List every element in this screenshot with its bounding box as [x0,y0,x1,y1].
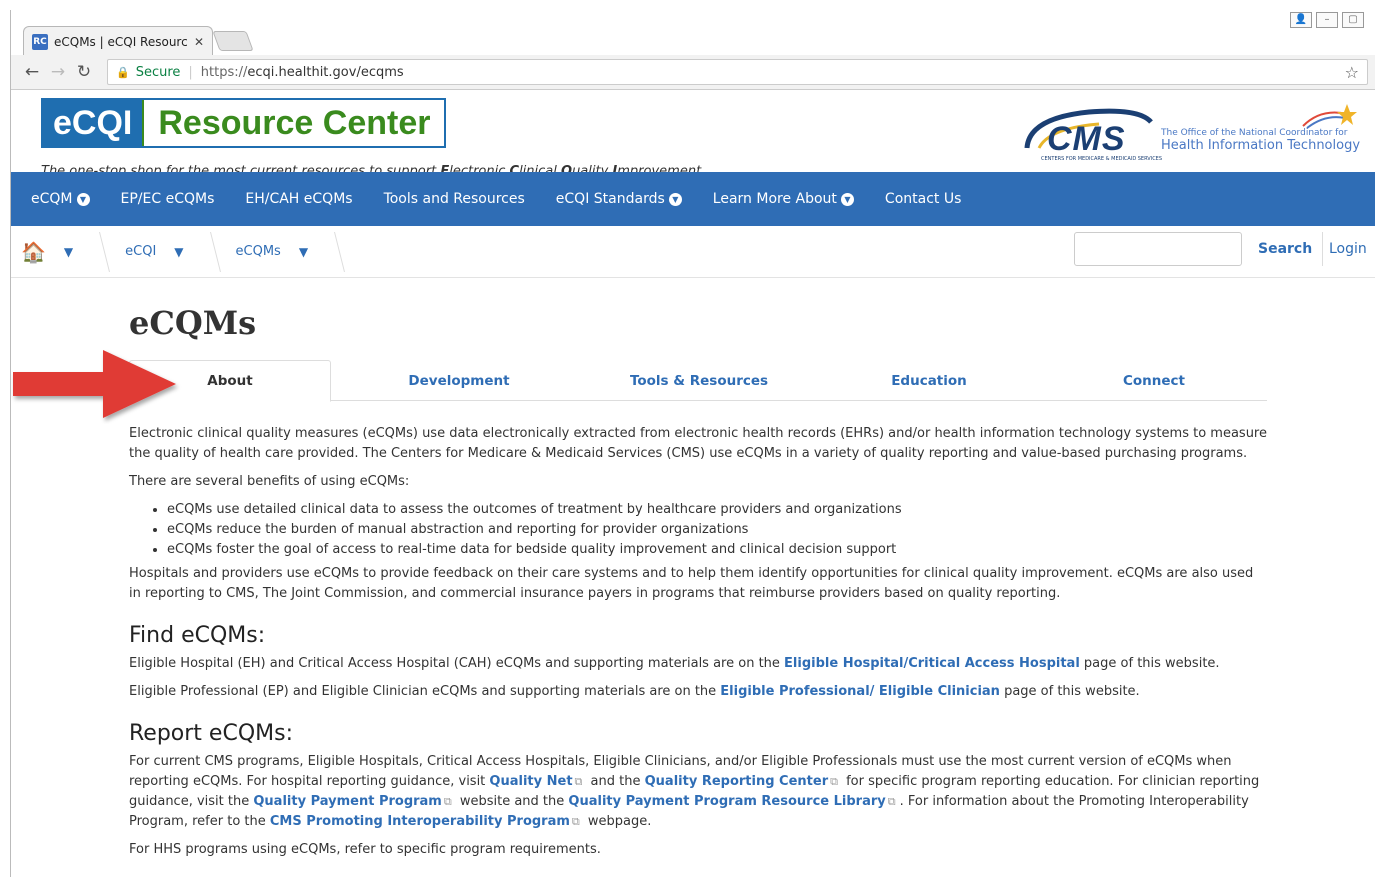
tab-title: eCQMs | eCQI Resource C [54,34,188,49]
site-header: eCQI Resource Center The one-stop shop f… [11,90,1375,182]
nav-ep-ec-ecqms[interactable]: EP/EC eCQMs [121,191,215,207]
hhs-paragraph: For HHS programs using eCQMs, refer to s… [129,842,601,857]
reload-icon[interactable]: ↻ [71,62,97,82]
maximize-icon[interactable]: ▢ [1342,12,1364,28]
nav-contact-us[interactable]: Contact Us [885,191,961,207]
list-item: eCQMs reduce the burden of manual abstra… [167,520,1269,540]
chevron-down-icon: ▼ [76,192,90,206]
address-toolbar: ← → ↻ 🔒 Secure | https://ecqi.healthit.g… [11,55,1375,90]
minimize-icon[interactable]: – [1316,12,1338,28]
window-controls: 👤 – ▢ [1290,12,1364,28]
ecqi-dropdown-icon[interactable]: ▼ [174,245,183,259]
search-button[interactable]: Search [1248,232,1324,266]
browser-window: RC eCQMs | eCQI Resource C ✕ 👤 – ▢ ← → ↻… [10,10,1375,877]
tab-development[interactable]: Development [359,360,559,401]
ecqi-logo[interactable]: eCQI Resource Center [41,98,447,148]
nav-tools-resources[interactable]: Tools and Resources [384,191,525,207]
about-content: Electronic clinical quality measures (eC… [129,424,1269,868]
find-ecqms-heading: Find eCQMs: [129,623,266,648]
tab-tools-resources[interactable]: Tools & Resources [599,360,799,401]
logo-ecqi-text: eCQI [43,100,143,146]
chevron-down-icon: ▼ [840,192,854,206]
red-arrow-icon [13,350,176,418]
external-link-icon: ⧉ [443,795,452,808]
login-button[interactable]: Login [1321,232,1375,266]
onc-line2: Health Information Technology [1161,138,1361,153]
cms-logo[interactable]: CMS CENTERS FOR MEDICARE & MEDICAID SERV… [1019,100,1162,162]
main-nav: eCQM ▼ EP/EC eCQMs EH/CAH eCQMs Tools and… [11,172,1375,226]
benefits-intro: There are several benefits of using eCQM… [129,474,410,489]
breadcrumb-divider [86,231,111,272]
bookmark-star-icon[interactable]: ☆ [1345,63,1359,82]
quality-payment-program-link[interactable]: Quality Payment Program [253,794,442,809]
external-link-icon: ⧉ [574,775,583,788]
breadcrumb-ecqi[interactable]: eCQI [125,244,156,259]
page-title: eCQMs [129,304,257,342]
breadcrumb-divider [321,231,346,272]
onc-star-icon [1302,104,1357,129]
report-paragraph: For current CMS programs, Eligible Hospi… [129,754,1260,829]
tab-connect[interactable]: Connect [1054,360,1254,401]
forward-icon[interactable]: → [45,62,71,82]
browser-tab[interactable]: RC eCQMs | eCQI Resource C ✕ [23,26,213,56]
promoting-interoperability-link[interactable]: CMS Promoting Interoperability Program [270,814,570,829]
cms-logo-text: CMS [1047,120,1126,158]
find-ep-paragraph: Eligible Professional (EP) and Eligible … [129,684,1140,699]
list-item: eCQMs foster the goal of access to real-… [167,540,1269,560]
nav-learn-more[interactable]: Learn More About ▼ [713,191,854,207]
cms-logo-subtext: CENTERS FOR MEDICARE & MEDICAID SERVICES [1041,156,1163,162]
hospitals-paragraph: Hospitals and providers use eCQMs to pro… [129,566,1254,601]
breadcrumb: 🏠 ▼ eCQI ▼ eCQMs ▼ Search Login [11,226,1375,278]
url-text: https://ecqi.healthit.gov/ecqms [200,64,404,80]
url-separator: | [188,64,193,80]
secure-label: Secure [135,64,181,80]
close-tab-icon[interactable]: ✕ [194,35,204,49]
external-link-icon: ⧉ [887,795,896,808]
list-item: eCQMs use detailed clinical data to asse… [167,500,1269,520]
ecqms-dropdown-icon[interactable]: ▼ [299,245,308,259]
url-bar[interactable]: 🔒 Secure | https://ecqi.healthit.gov/ecq… [107,59,1368,85]
quality-reporting-center-link[interactable]: Quality Reporting Center [645,774,829,789]
intro-paragraph: Electronic clinical quality measures (eC… [129,426,1267,461]
chevron-down-icon: ▼ [668,192,682,206]
lock-icon: 🔒 [116,65,130,79]
external-link-icon: ⧉ [571,815,580,828]
nav-eh-cah-ecqms[interactable]: EH/CAH eCQMs [245,191,352,207]
nav-ecqm[interactable]: eCQM ▼ [31,191,90,207]
new-tab-button[interactable] [212,31,254,51]
site-favicon-icon: RC [32,33,48,50]
home-icon[interactable]: 🏠 [21,240,46,264]
tab-strip: RC eCQMs | eCQI Resource C ✕ 👤 – ▢ [11,10,1375,56]
tab-education[interactable]: Education [829,360,1029,401]
back-icon[interactable]: ← [19,62,45,82]
qpp-resource-library-link[interactable]: Quality Payment Program Resource Library [568,794,885,809]
nav-ecqi-standards[interactable]: eCQI Standards ▼ [556,191,682,207]
breadcrumb-ecqms[interactable]: eCQMs [236,244,281,259]
ep-ec-link[interactable]: Eligible Professional/ Eligible Clinicia… [720,684,1000,699]
external-link-icon: ⧉ [830,775,838,788]
profile-icon[interactable]: 👤 [1290,12,1312,28]
logo-resource-center-text: Resource Center [142,100,445,146]
home-dropdown-icon[interactable]: ▼ [64,245,73,259]
quality-net-link[interactable]: Quality Net [489,774,572,789]
find-eh-paragraph: Eligible Hospital (EH) and Critical Acce… [129,656,1220,671]
benefits-list: eCQMs use detailed clinical data to asse… [167,500,1269,560]
eh-cah-link[interactable]: Eligible Hospital/Critical Access Hospit… [784,656,1080,671]
report-ecqms-heading: Report eCQMs: [129,721,293,746]
breadcrumb-divider [196,231,221,272]
page-tabs: About Development Tools & Resources Educ… [129,360,1267,402]
search-input[interactable] [1074,232,1242,266]
